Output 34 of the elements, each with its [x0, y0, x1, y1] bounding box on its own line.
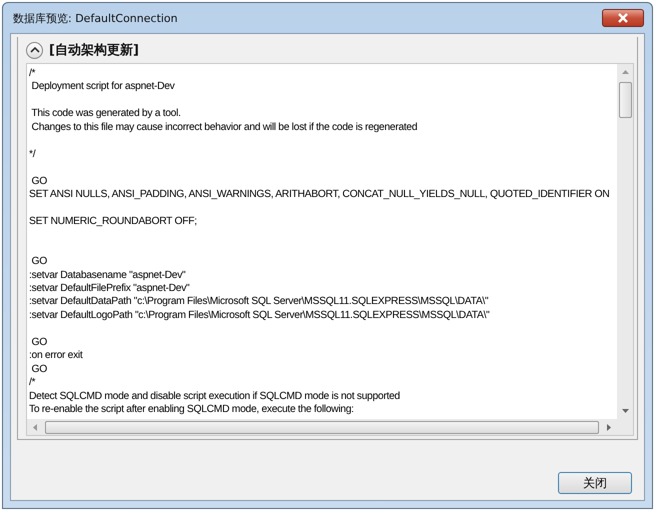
code-line: :setvar DefaultFilePrefix "aspnet-Dev" [29, 282, 190, 296]
code-line: :setvar DefaultDataPath "c:\Program Files\Microsoft SQL Server\MSSQL11.SQLEXPRESS\MSSQL\DATA\" [29, 295, 490, 309]
close-icon [617, 13, 629, 23]
code-line: :setvar Databasename "aspnet-Dev" [29, 268, 186, 282]
code-line: GO [30, 362, 48, 376]
code-line: To re-enable the script after enabling SQLCMD mode, execute the following: [29, 402, 355, 416]
code-line: SET NUMERIC_ROUNDABORT OFF; [29, 214, 198, 228]
close-dialog-button[interactable]: 关闭 [558, 472, 632, 494]
code-line: This code was generated by a tool. [30, 107, 182, 121]
code-line: :setvar DefaultLogoPath "c:\Program Files\Microsoft SQL Server\MSSQL11.SQLEXPRESS\MSSQL\DATA\" [29, 308, 490, 322]
collapse-button[interactable] [26, 42, 43, 58]
code-line: Changes to this file may cause incorrect behavior and will be lost if the code is regenerated [30, 120, 418, 134]
scroll-left-icon [33, 424, 37, 430]
code-line: GO [30, 255, 48, 269]
code-line: */ [29, 148, 37, 162]
horizontal-scrollbar[interactable] [27, 419, 617, 435]
window-title: 数据库预览: DefaultConnection [13, 10, 179, 26]
vertical-scrollbar[interactable] [617, 64, 633, 419]
section-title: [自动架构更新] [49, 42, 139, 59]
scroll-thumb[interactable] [618, 82, 632, 118]
scroll-thumb[interactable] [45, 420, 599, 434]
chevron-icon [30, 46, 40, 54]
scroll-up-icon [622, 70, 628, 74]
code-line: /* [29, 67, 36, 80]
code-line: GO [30, 174, 48, 188]
code-line: SET ANSI NULLS, ANSI_PADDING, ANSI_WARNINGS, ARITHABORT, CONCAT_NULL_YIELDS_NULL, QUOTED_IDENTIFIER ON [29, 188, 610, 202]
code-line: Detect SQLCMD mode and disable script execution if SQLCMD mode is not supported [29, 390, 401, 403]
code-line: Deployment script for aspnet-Dev [30, 80, 176, 94]
scroll-down-icon [622, 409, 628, 413]
scroll-right-icon [607, 424, 611, 430]
code-line: GO [30, 336, 48, 350]
code-line: :on error exit [29, 349, 84, 363]
code-line: /* [29, 376, 36, 390]
close-button[interactable] [602, 9, 644, 27]
